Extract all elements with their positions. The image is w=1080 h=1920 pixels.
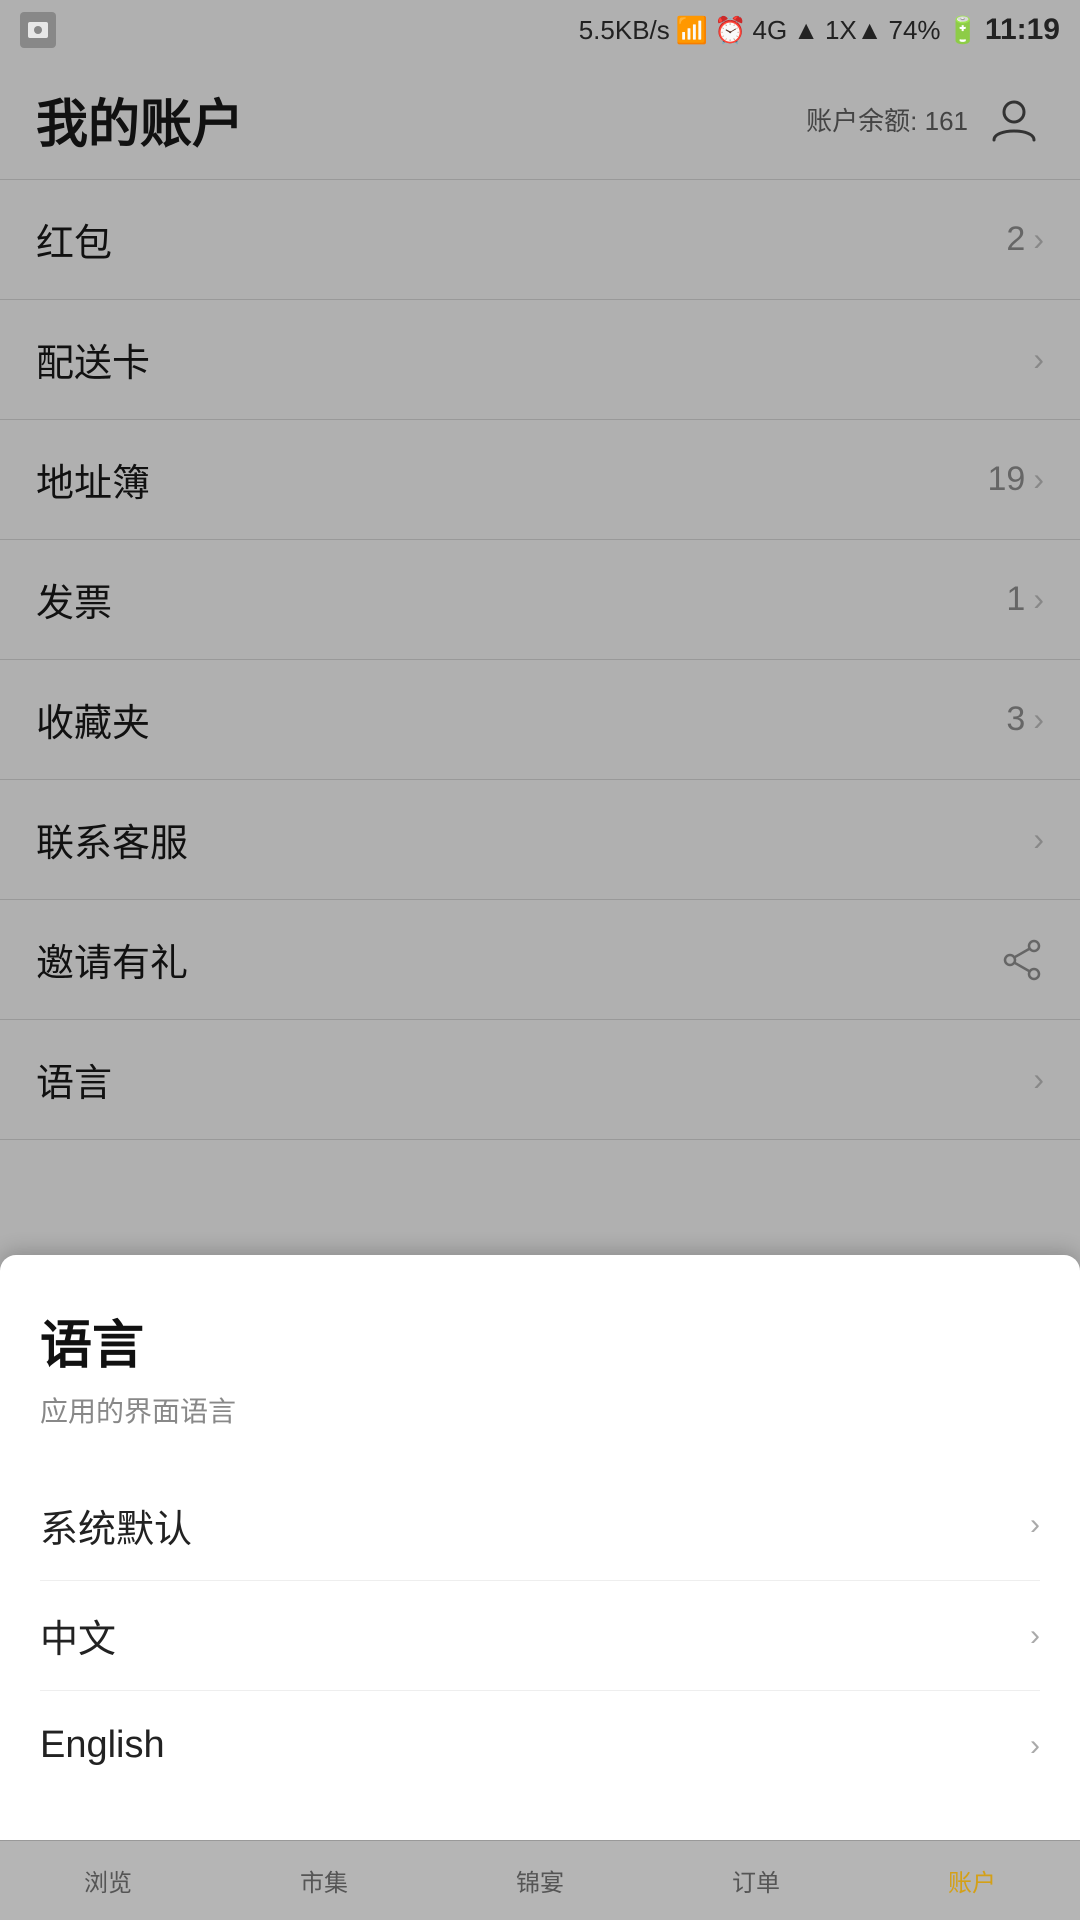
bottom-nav: 浏览市集锦宴订单账户 [0,1840,1080,1920]
dialog-options-list: 系统默认 › 中文 › English › [40,1470,1040,1800]
page-header: 我的账户 账户余额: 161 [0,60,1080,180]
menu-item-label-6: 邀请有礼 [36,932,188,987]
menu-item-right-3: 1› [1006,580,1044,619]
nav-item-浏览[interactable]: 浏览 [0,1841,216,1920]
language-option-chevron-1: › [1030,1619,1040,1653]
network-speed: 5.5KB/s [579,15,670,46]
nav-item-订单[interactable]: 订单 [648,1841,864,1920]
data-icon: 4G [753,15,788,46]
menu-item-2[interactable]: 地址簿 19› [0,420,1080,540]
photo-icon [20,12,56,48]
language-option-1[interactable]: 中文 › [40,1580,1040,1690]
status-bar: 5.5KB/s 📶 ⏰ 4G ▲ 1X▲ 74% 🔋 11:19 [0,0,1080,60]
menu-item-label-1: 配送卡 [36,332,150,387]
menu-item-label-0: 红包 [36,212,112,267]
menu-item-badge-0: 2 [1006,220,1025,259]
menu-list: 红包2›配送卡›地址簿19›发票1›收藏夹3›联系客服›邀请有礼 语言› [0,180,1080,1140]
time-display: 11:19 [985,13,1060,47]
language-dialog: 语言 应用的界面语言 系统默认 › 中文 › English › [0,1255,1080,1840]
signal-icon: 📶 [676,15,708,46]
status-bar-right: 5.5KB/s 📶 ⏰ 4G ▲ 1X▲ 74% 🔋 11:19 [579,13,1060,47]
menu-item-badge-4: 3 [1006,700,1025,739]
menu-item-4[interactable]: 收藏夹 3› [0,660,1080,780]
chevron-icon-2: › [1033,461,1044,498]
menu-item-badge-3: 1 [1006,580,1025,619]
signal2-icon: ▲ [793,15,819,46]
menu-item-right-5: › [1033,821,1044,858]
language-option-chevron-0: › [1030,1508,1040,1542]
dialog-title: 语言 [40,1303,1040,1378]
chevron-icon-4: › [1033,701,1044,738]
balance-info: 账户余额: 161 [806,101,968,138]
menu-item-right-4: 3› [1006,700,1044,739]
menu-item-label-2: 地址簿 [36,452,150,507]
menu-item-1[interactable]: 配送卡 › [0,300,1080,420]
menu-item-right-6 [1000,938,1044,982]
menu-item-label-4: 收藏夹 [36,692,150,747]
header-right: 账户余额: 161 [806,90,1044,150]
language-option-0[interactable]: 系统默认 › [40,1470,1040,1580]
battery-icon: 🔋 [947,15,979,46]
menu-item-5[interactable]: 联系客服 › [0,780,1080,900]
menu-item-right-2: 19› [988,460,1044,499]
chevron-icon-5: › [1033,821,1044,858]
alarm-icon: ⏰ [714,15,746,46]
menu-item-badge-2: 19 [988,460,1026,499]
nav-item-账户[interactable]: 账户 [864,1841,1080,1920]
menu-item-right-7: › [1033,1061,1044,1098]
menu-item-label-5: 联系客服 [36,812,188,867]
menu-item-6[interactable]: 邀请有礼 [0,900,1080,1020]
menu-item-7[interactable]: 语言 › [0,1020,1080,1140]
language-option-label-0: 系统默认 [40,1498,192,1553]
language-option-label-1: 中文 [40,1608,116,1663]
menu-item-label-3: 发票 [36,572,112,627]
dialog-subtitle: 应用的界面语言 [40,1390,1040,1430]
signal3-icon: 1X▲ [825,15,883,46]
menu-item-right-0: 2› [1006,220,1044,259]
nav-item-锦宴[interactable]: 锦宴 [432,1841,648,1920]
chevron-icon-1: › [1033,341,1044,378]
share-icon [1000,938,1044,982]
page-title: 我的账户 [36,82,244,157]
status-bar-left [20,12,56,48]
menu-item-0[interactable]: 红包 2› [0,180,1080,300]
battery-percent: 74% [889,15,941,46]
chevron-icon-7: › [1033,1061,1044,1098]
menu-item-3[interactable]: 发票 1› [0,540,1080,660]
chevron-icon-0: › [1033,221,1044,258]
language-option-2[interactable]: English › [40,1690,1040,1800]
menu-item-label-7: 语言 [36,1052,112,1107]
user-avatar[interactable] [984,90,1044,150]
language-option-chevron-2: › [1030,1729,1040,1763]
nav-item-市集[interactable]: 市集 [216,1841,432,1920]
chevron-icon-3: › [1033,581,1044,618]
menu-item-right-1: › [1033,341,1044,378]
language-option-label-2: English [40,1724,165,1767]
